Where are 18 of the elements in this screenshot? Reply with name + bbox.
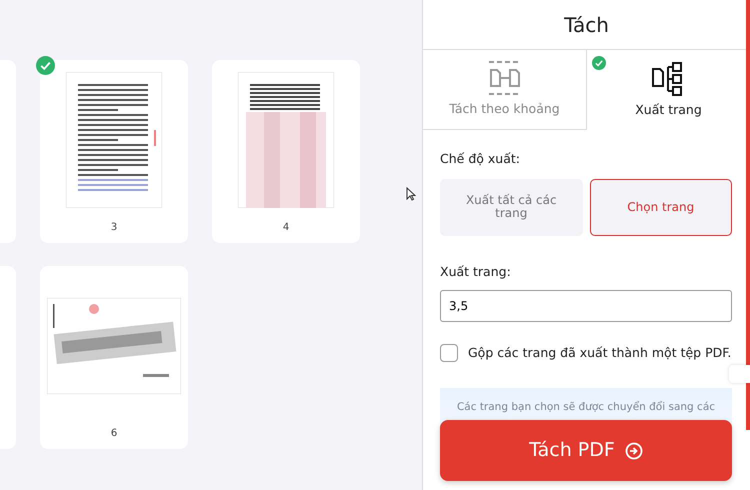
page-number: 4	[282, 221, 290, 235]
split-pdf-button[interactable]: Tách PDF	[440, 420, 732, 481]
page-number: 6	[110, 427, 118, 441]
pages-input-field[interactable]: 3,5	[440, 290, 732, 322]
page-number: 3	[110, 221, 118, 235]
split-range-icon	[486, 60, 522, 96]
page-card[interactable]: 6	[40, 266, 188, 449]
mode-label: Chế độ xuất:	[440, 150, 521, 168]
field-label: Xuất trang:	[440, 262, 512, 281]
panel-title: Tách	[564, 12, 609, 38]
merge-checkbox[interactable]	[440, 344, 458, 362]
mouse-cursor-icon	[406, 187, 416, 201]
page-card[interactable]: 4	[212, 60, 360, 243]
mode-tab[interactable]: Tách theo khoảng	[423, 50, 587, 130]
arrow-circle-icon	[624, 442, 643, 460]
mode-option[interactable]: Xuất tất cả các trang	[440, 178, 582, 236]
checkbox-label: Gộp các trang đã xuất thành một tệp PDF.	[468, 344, 732, 362]
mode-option[interactable]: Chọn trang	[590, 178, 732, 236]
